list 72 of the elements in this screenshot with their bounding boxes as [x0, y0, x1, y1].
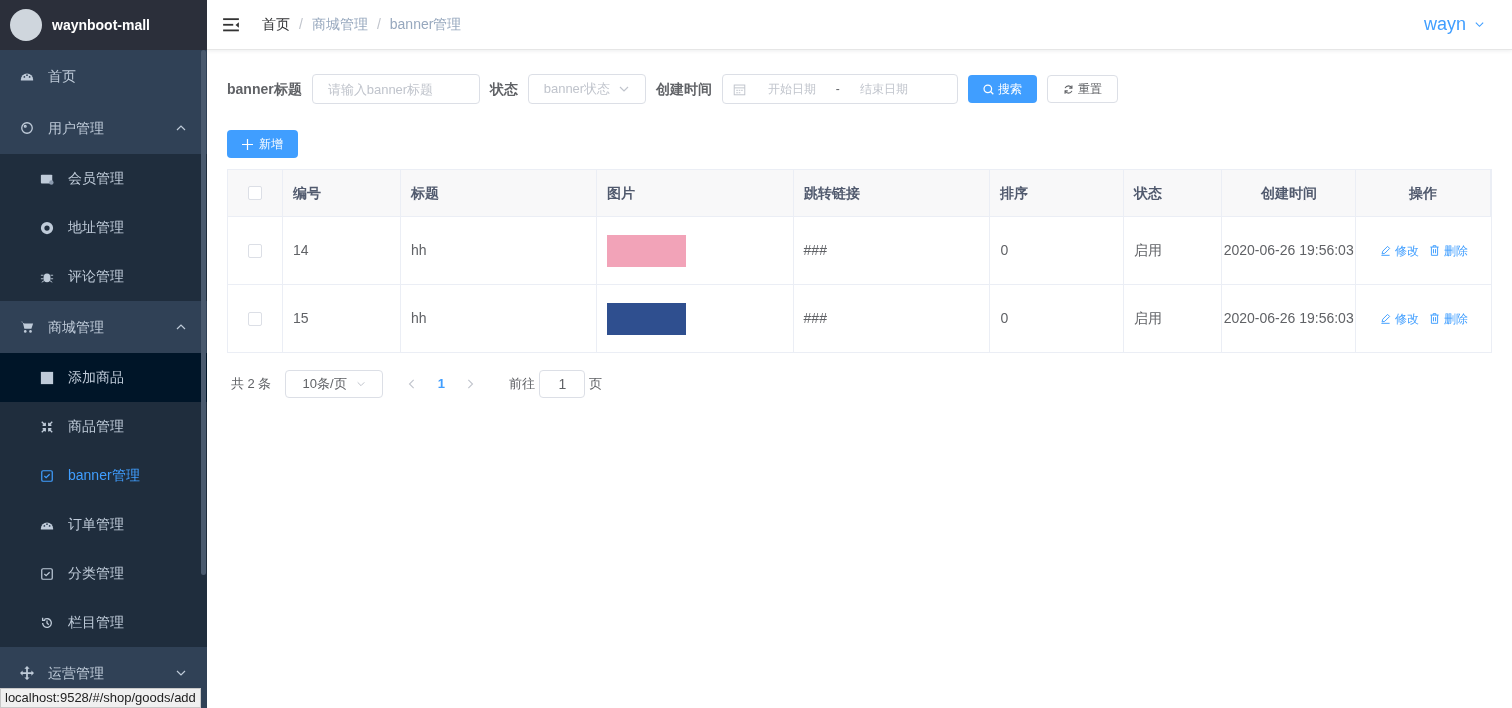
trash-icon — [1428, 313, 1440, 324]
search-icon — [982, 83, 994, 95]
column-header: 状态 — [1134, 183, 1163, 203]
column-header: 操作 — [1409, 183, 1438, 203]
select-all-checkbox[interactable] — [247, 186, 262, 200]
menu-item[interactable]: 评论管理 — [0, 252, 207, 301]
filter-label: banner标题 — [227, 79, 302, 99]
table-cell-text: 启用 — [1134, 241, 1163, 260]
filter-label: 创建时间 — [655, 79, 712, 99]
edit-icon — [1379, 313, 1391, 324]
checkbox-icon — [40, 566, 54, 581]
edit-icon — [1379, 245, 1391, 256]
table-cell-text: 0 — [1000, 309, 1009, 328]
reset-button[interactable]: 重置 — [1046, 75, 1118, 103]
breadcrumb-separator: / — [376, 15, 381, 34]
table-cell-text: 14 — [292, 241, 309, 260]
trash-icon — [1428, 245, 1440, 256]
breadcrumb-item: banner管理 — [389, 15, 462, 34]
cart-icon — [20, 320, 34, 334]
row-checkbox[interactable] — [247, 243, 262, 258]
chevron-icon — [1474, 19, 1485, 30]
chevron-icon — [356, 379, 367, 389]
scrollbar[interactable] — [201, 50, 206, 575]
title-input[interactable]: 请输入banner标题 — [311, 74, 480, 104]
filter-label: 状态 — [489, 79, 518, 99]
goto-page-input[interactable]: 1 — [539, 370, 586, 398]
table-cell-text: hh — [410, 309, 427, 328]
table-cell-text: 2020-06-26 19:56:03 — [1223, 241, 1354, 260]
table-cell-text: 2020-06-26 19:56:03 — [1223, 309, 1354, 328]
plus-icon — [242, 138, 253, 150]
document-icon — [40, 370, 54, 385]
menu-item[interactable]: 商品管理 — [0, 402, 207, 451]
menu-item[interactable]: 订单管理 — [0, 500, 207, 549]
app-title: waynboot-mall — [52, 15, 150, 35]
table-cell-text: 15 — [292, 309, 309, 328]
menu-item[interactable]: 地址管理 — [0, 203, 207, 252]
next-page-icon[interactable] — [465, 379, 476, 389]
goto-label: 前往 — [509, 375, 536, 394]
table-cell-text: 0 — [1000, 241, 1009, 260]
shrink-icon — [40, 419, 54, 434]
checkbox-icon — [40, 468, 54, 483]
total-count: 共 2 条 — [231, 375, 272, 394]
breadcrumb-separator: / — [299, 15, 303, 34]
date-range-picker[interactable]: 开始日期 - 结束日期 — [721, 74, 958, 104]
column-header: 排序 — [1000, 183, 1029, 203]
goto-suffix: 页 — [589, 375, 603, 394]
menu-item[interactable]: 分类管理 — [0, 549, 207, 598]
history-icon — [40, 615, 54, 630]
table-cell-text: 启用 — [1134, 309, 1163, 328]
column-header: 标题 — [410, 183, 439, 203]
column-header: 创建时间 — [1260, 183, 1317, 203]
table-cell-text: hh — [410, 241, 427, 260]
row-checkbox[interactable] — [247, 311, 262, 326]
table-cell-text: ### — [803, 309, 827, 328]
column-header: 编号 — [292, 183, 321, 203]
breadcrumb-item[interactable]: 首页 — [262, 14, 290, 35]
column-header: 图片 — [606, 183, 635, 203]
move-icon — [20, 666, 34, 680]
avatar — [10, 9, 42, 41]
menu-item[interactable]: 添加商品 — [0, 353, 207, 402]
menu-item[interactable]: banner管理 — [0, 451, 207, 500]
calendar-icon — [732, 82, 746, 96]
menu-icon[interactable] — [222, 15, 240, 34]
column-header: 跳转链接 — [803, 183, 860, 203]
refresh-icon — [1062, 83, 1074, 95]
page-size-select[interactable]: 10条/页 — [285, 370, 384, 398]
menu-item[interactable]: 栏目管理 — [0, 598, 207, 647]
breadcrumb-item: 商城管理 — [311, 15, 368, 34]
lifebuoy-icon — [40, 220, 54, 235]
table-cell-text: ### — [803, 241, 827, 260]
menu-item[interactable]: 会员管理 — [0, 154, 207, 203]
url-tooltip: localhost:9528/#/shop/goods/add — [0, 688, 201, 708]
